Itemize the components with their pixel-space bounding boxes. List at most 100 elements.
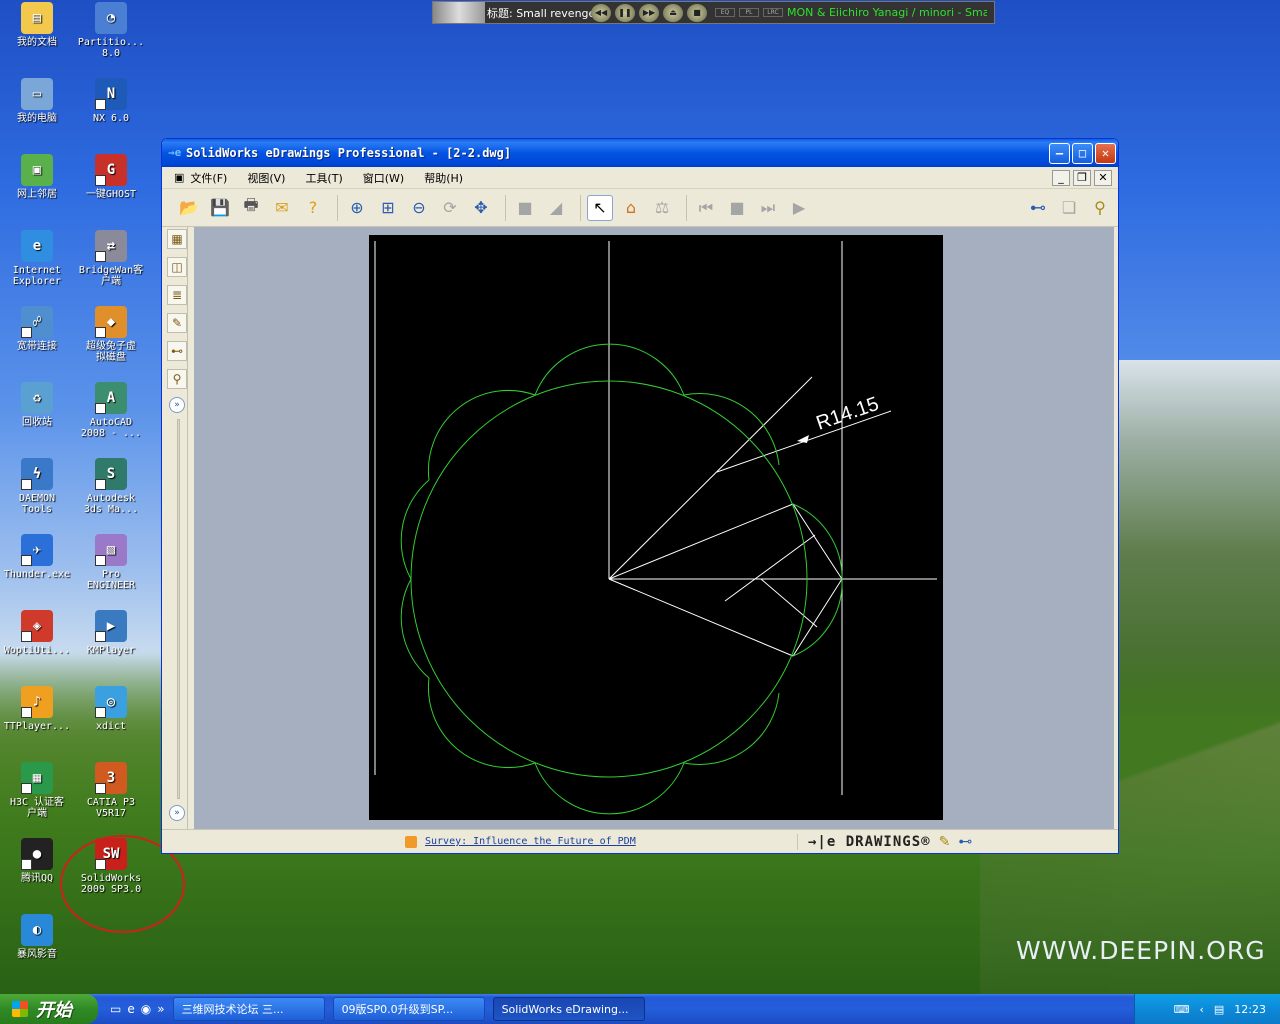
network-places-desktop-shortcut[interactable]: ▣ 网上邻居	[0, 154, 74, 200]
measure-icon[interactable]: ⊷	[1025, 195, 1051, 221]
storm-player-desktop-shortcut[interactable]: ◐ 暴风影音	[0, 914, 74, 960]
recycle-bin-desktop-shortcut[interactable]: ♻ 回收站	[0, 382, 74, 428]
partition-magic-desktop-shortcut[interactable]: ◔ Partitio... 8.0	[74, 2, 148, 59]
bridgewan-desktop-shortcut[interactable]: ⇄ BridgeWan客 户端	[74, 230, 148, 287]
h3c-desktop-shortcut[interactable]: ▦ H3C 认证客 户端	[0, 762, 74, 819]
rotate-icon[interactable]: ⟳	[437, 195, 463, 221]
help-icon[interactable]: ?	[300, 195, 326, 221]
measure-side-icon[interactable]: ⊷	[167, 341, 187, 361]
player-mini-buttons-2[interactable]: PL	[739, 8, 759, 17]
catia-desktop-shortcut[interactable]: 3 CATIA P3 V5R17	[74, 762, 148, 819]
lyrics-button[interactable]: LRC	[763, 8, 783, 17]
menu-file[interactable]: 文件(F)	[190, 170, 227, 186]
task-upgrade[interactable]: 09版SP0.0升级到SP...	[332, 997, 485, 1021]
daemon-tools-desktop-shortcut[interactable]: ϟ DAEMON Tools	[0, 458, 74, 515]
close-button[interactable]: ✕	[1095, 142, 1116, 164]
stop-icon[interactable]: ■	[687, 3, 707, 22]
virtual-disk-desktop-shortcut[interactable]: ◆ 超级兔子虚 拟磁盘	[74, 306, 148, 363]
measure-status-icon[interactable]: ⊷	[958, 834, 972, 850]
next-frame-icon[interactable]: ⏭	[755, 195, 781, 221]
doc-restore-button[interactable]: ❐	[1073, 169, 1091, 186]
stamp-side-icon[interactable]: ⚲	[167, 369, 187, 389]
side-splitter[interactable]	[177, 419, 180, 799]
sheets-icon[interactable]: ▦	[167, 229, 187, 249]
stamp-icon[interactable]: ⚲	[1087, 195, 1113, 221]
doc-close-button[interactable]: ✕	[1094, 169, 1112, 186]
player-mini-buttons-3[interactable]: LRC	[763, 8, 783, 17]
broadband-desktop-shortcut[interactable]: ☍ 宽带连接	[0, 306, 74, 352]
more-quicklaunch-icon[interactable]: »	[157, 1002, 164, 1016]
keyboard-icon[interactable]: ⌨	[1174, 1003, 1190, 1016]
player-mini-buttons[interactable]: EQ	[715, 8, 735, 17]
network-tray-icon[interactable]: ▤	[1214, 1003, 1224, 1016]
markup-pencil-icon[interactable]: ✎	[167, 313, 187, 333]
zoom-to-area-icon[interactable]: ⊞	[375, 195, 401, 221]
expand-chevron-icon[interactable]: »	[169, 397, 185, 413]
menu-window[interactable]: 窗口(W)	[363, 170, 404, 186]
task-forum[interactable]: 三维网技术论坛 三...	[172, 997, 325, 1021]
eject-icon[interactable]: ⏏	[663, 3, 683, 22]
shaded-icon[interactable]: ■	[512, 195, 538, 221]
show-desktop-icon[interactable]: ▭	[110, 1002, 121, 1016]
construction-line	[760, 578, 818, 628]
layers-icon[interactable]: ≣	[167, 285, 187, 305]
survey-link[interactable]: Survey: Influence the Future of PDM	[425, 836, 797, 847]
wopti-desktop-shortcut[interactable]: ◈ WoptiUti...	[0, 610, 74, 656]
media-quicklaunch-icon[interactable]: ◉	[141, 1002, 151, 1016]
tray-expand-icon[interactable]: ‹	[1199, 1003, 1203, 1016]
first-frame-icon[interactable]: ⏮	[693, 195, 719, 221]
pause-icon[interactable]: ❚❚	[615, 3, 635, 22]
task-label: 三维网技术论坛 三...	[181, 1003, 284, 1016]
window-titlebar[interactable]: →e SolidWorks eDrawings Professional - […	[162, 139, 1118, 167]
kmplayer-desktop-shortcut[interactable]: ▶ KMPlayer	[74, 610, 148, 656]
menu-tools[interactable]: 工具(T)	[305, 170, 342, 186]
thunder-desktop-shortcut[interactable]: ✈ Thunder.exe	[0, 534, 74, 580]
open-icon[interactable]: 📂	[176, 195, 202, 221]
markup-pencil-status-icon[interactable]: ✎	[939, 834, 951, 850]
previous-icon[interactable]: ◀◀	[591, 3, 611, 22]
components-icon[interactable]: ◫	[167, 257, 187, 277]
pro-engineer-desktop-shortcut[interactable]: ▧ Pro ENGINEER	[74, 534, 148, 591]
menu-view[interactable]: 视图(V)	[247, 170, 285, 186]
pan-icon[interactable]: ✥	[468, 195, 494, 221]
media-player-bar[interactable]: 标题: Small revenge ◀◀ ❚❚ ▶▶ ⏏ ■ EQ PL LRC…	[432, 1, 995, 24]
document-menu-icon[interactable]: ▣	[174, 171, 184, 184]
xdict-desktop-shortcut[interactable]: ◎ xdict	[74, 686, 148, 732]
graphics-area[interactable]: R14.15	[194, 227, 1114, 829]
menu-help[interactable]: 帮助(H)	[424, 170, 463, 186]
doc-minimize-button[interactable]: _	[1052, 169, 1070, 186]
print-icon[interactable]: 🖶	[238, 195, 264, 221]
edrawings-brand: →|e DRAWINGS®	[797, 833, 931, 850]
perspective-icon[interactable]: ◢	[543, 195, 569, 221]
minimize-button[interactable]: –	[1049, 142, 1070, 164]
stop-animation-icon[interactable]: ■	[724, 195, 750, 221]
send-mail-icon[interactable]: ✉	[269, 195, 295, 221]
clock[interactable]: 12:23	[1234, 1003, 1266, 1016]
zoom-in-out-icon[interactable]: ⊖	[406, 195, 432, 221]
expand-chevron-bottom-icon[interactable]: »	[169, 805, 185, 821]
ghost-desktop-shortcut[interactable]: G 一键GHOST	[74, 154, 148, 200]
ie-quicklaunch-icon[interactable]: e	[127, 1002, 134, 1016]
autocad-desktop-shortcut[interactable]: A AutoCAD 2008 - ...	[74, 382, 148, 439]
select-pointer-icon[interactable]: ↖	[587, 194, 613, 221]
markup-icon[interactable]: ❏	[1056, 195, 1082, 221]
3ds-max-desktop-shortcut[interactable]: S Autodesk 3ds Ma...	[74, 458, 148, 515]
ttplayer-desktop-shortcut[interactable]: ♪ TTPlayer...	[0, 686, 74, 732]
eq-button[interactable]: EQ	[715, 8, 735, 17]
measure-scale-icon[interactable]: ⚖	[649, 195, 675, 221]
drawing-canvas[interactable]: R14.15	[369, 235, 943, 820]
play-icon[interactable]: ▶	[786, 195, 812, 221]
task-edrawings[interactable]: SolidWorks eDrawing...	[492, 997, 645, 1021]
nx-desktop-shortcut[interactable]: N NX 6.0	[74, 78, 148, 124]
edrawings-window[interactable]: →e SolidWorks eDrawings Professional - […	[161, 138, 1119, 854]
home-icon[interactable]: ⌂	[618, 195, 644, 221]
internet-explorer-desktop-shortcut[interactable]: e Internet Explorer	[0, 230, 74, 287]
zoom-to-fit-icon[interactable]: ⊕	[344, 195, 370, 221]
save-icon[interactable]: 💾	[207, 195, 233, 221]
start-button[interactable]: 开始	[0, 994, 98, 1024]
my-documents-desktop-shortcut[interactable]: ▤ 我的文档	[0, 2, 74, 48]
next-icon[interactable]: ▶▶	[639, 3, 659, 22]
maximize-button[interactable]: □	[1072, 142, 1093, 164]
playlist-button[interactable]: PL	[739, 8, 759, 17]
my-computer-desktop-shortcut[interactable]: ▭ 我的电脑	[0, 78, 74, 124]
